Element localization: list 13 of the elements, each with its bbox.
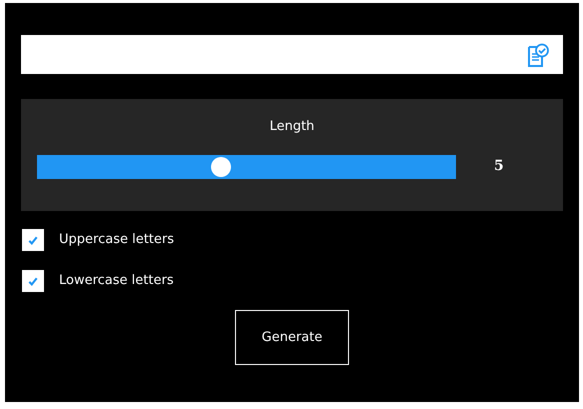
checkbox[interactable] [22, 229, 44, 251]
length-label: Length [268, 118, 316, 136]
checkbox[interactable] [22, 270, 44, 292]
length-value: 5 [494, 157, 504, 176]
slider-thumb[interactable] [211, 156, 232, 176]
generate-button[interactable]: Generate [235, 310, 349, 365]
check-icon [28, 236, 38, 244]
option-label: Lowercase letters [59, 272, 174, 290]
output-field[interactable] [21, 35, 563, 74]
copy-document-icon[interactable] [527, 42, 549, 66]
check-icon [28, 276, 38, 286]
option-label: Uppercase letters [59, 231, 174, 250]
length-slider[interactable] [37, 154, 456, 178]
